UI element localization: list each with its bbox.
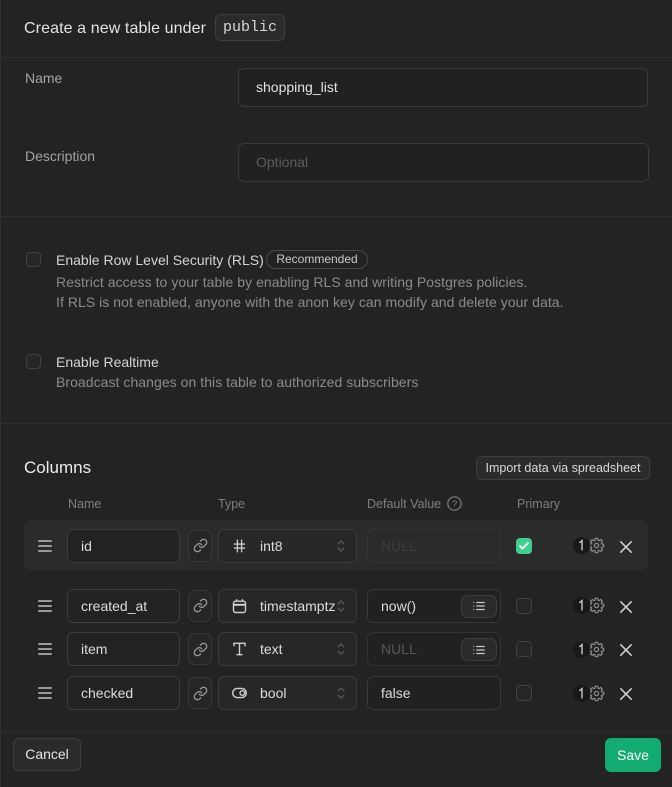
svg-text:?: ? bbox=[452, 499, 457, 510]
